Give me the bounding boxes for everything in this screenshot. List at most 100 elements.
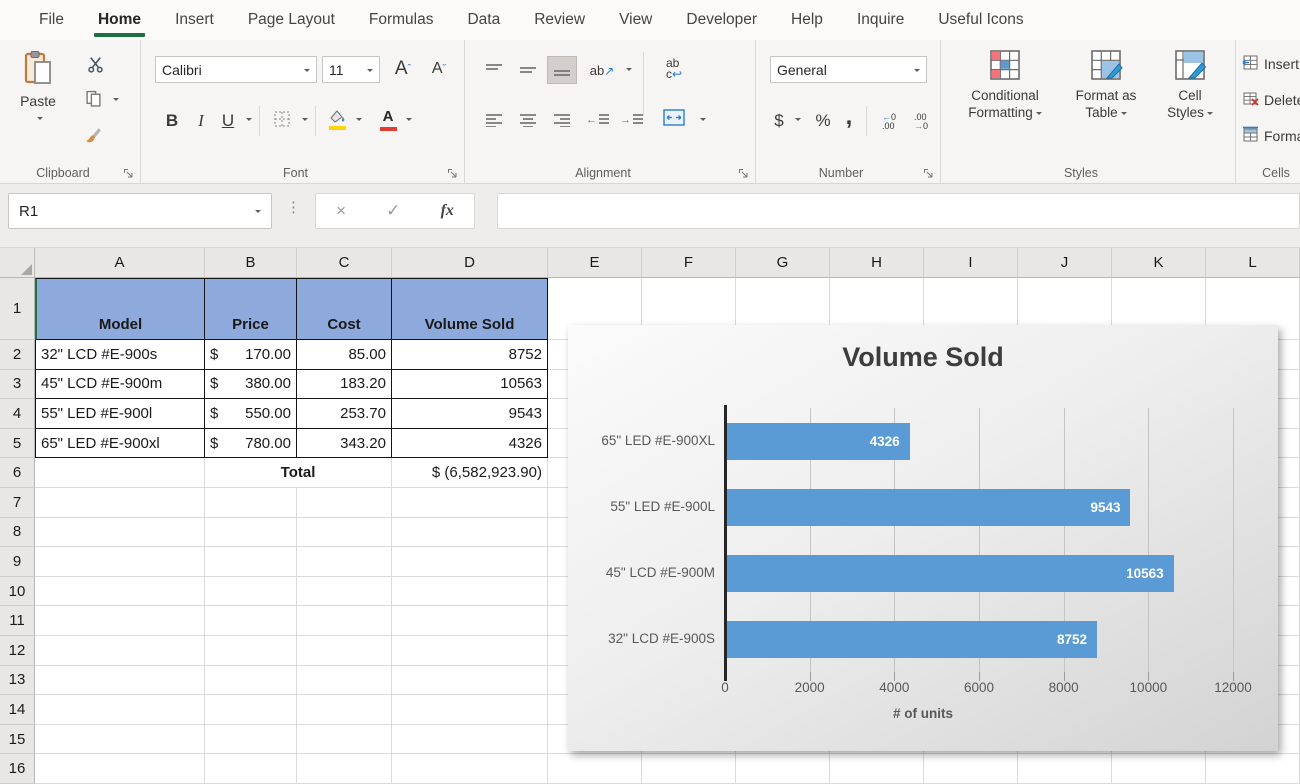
tab-insert[interactable]: Insert bbox=[158, 0, 231, 40]
embedded-chart[interactable]: Volume Sold 0200040006000800010000120004… bbox=[568, 325, 1278, 751]
cell[interactable] bbox=[392, 754, 548, 784]
font-size-select[interactable]: 11 bbox=[322, 56, 380, 83]
tab-page-layout[interactable]: Page Layout bbox=[231, 0, 352, 40]
column-header[interactable]: G bbox=[736, 248, 830, 278]
cell-c2[interactable]: 85.00 bbox=[297, 340, 392, 370]
row-header[interactable]: 12 bbox=[0, 636, 35, 666]
cell-styles-button[interactable]: Cell Styles bbox=[1153, 48, 1227, 121]
copy-button[interactable] bbox=[80, 88, 106, 114]
format-painter-button[interactable] bbox=[80, 124, 106, 150]
cell[interactable] bbox=[205, 754, 297, 784]
cell[interactable] bbox=[205, 518, 297, 548]
cell[interactable] bbox=[205, 695, 297, 725]
cell-d2[interactable]: 8752 bbox=[392, 340, 548, 370]
cell[interactable] bbox=[297, 547, 392, 577]
tab-help[interactable]: Help bbox=[774, 0, 840, 40]
align-right-button[interactable] bbox=[547, 106, 577, 134]
insert-cells-button[interactable]: Insert bbox=[1242, 54, 1299, 74]
cell-d1[interactable]: Volume Sold bbox=[392, 278, 548, 340]
cell[interactable] bbox=[297, 488, 392, 518]
delete-cells-button[interactable]: Delete bbox=[1242, 90, 1300, 110]
tab-file[interactable]: File bbox=[22, 0, 81, 40]
column-header[interactable]: C bbox=[297, 248, 392, 278]
align-bottom-button[interactable] bbox=[547, 56, 577, 84]
row-header[interactable]: 13 bbox=[0, 666, 35, 696]
comma-style-button[interactable]: , bbox=[840, 102, 858, 132]
cell[interactable] bbox=[205, 606, 297, 636]
alignment-dialog-launcher-icon[interactable] bbox=[738, 166, 750, 178]
align-center-button[interactable] bbox=[513, 106, 543, 134]
column-header[interactable]: L bbox=[1206, 248, 1300, 278]
cell[interactable] bbox=[297, 666, 392, 696]
cell-d5[interactable]: 4326 bbox=[392, 429, 548, 459]
cell-c3[interactable]: 183.20 bbox=[297, 370, 392, 400]
borders-button[interactable] bbox=[269, 108, 295, 134]
cell[interactable] bbox=[35, 695, 205, 725]
cell[interactable] bbox=[392, 606, 548, 636]
row-header[interactable]: 7 bbox=[0, 488, 35, 518]
percent-style-button[interactable]: % bbox=[810, 106, 836, 136]
column-header[interactable]: F bbox=[642, 248, 736, 278]
cell[interactable] bbox=[35, 518, 205, 548]
cell[interactable] bbox=[35, 577, 205, 607]
merge-dropdown-icon[interactable] bbox=[700, 118, 706, 124]
cell[interactable] bbox=[392, 488, 548, 518]
tab-formulas[interactable]: Formulas bbox=[352, 0, 451, 40]
cell[interactable] bbox=[392, 725, 548, 755]
cell[interactable] bbox=[548, 754, 1300, 784]
increase-decimal-button[interactable]: ←0.00 bbox=[874, 108, 904, 136]
cell[interactable] bbox=[297, 695, 392, 725]
cell-b5[interactable]: $780.00 bbox=[205, 429, 297, 459]
select-all-corner[interactable] bbox=[0, 248, 35, 278]
cell-d3[interactable]: 10563 bbox=[392, 370, 548, 400]
fill-color-button[interactable] bbox=[325, 106, 351, 136]
cell[interactable] bbox=[205, 636, 297, 666]
cancel-icon[interactable]: × bbox=[336, 201, 346, 221]
tab-home[interactable]: Home bbox=[81, 0, 158, 40]
column-header[interactable]: B bbox=[205, 248, 297, 278]
decrease-decimal-button[interactable]: .00→0 bbox=[906, 108, 936, 136]
italic-button[interactable]: I bbox=[189, 106, 213, 136]
paste-button[interactable]: Paste bbox=[10, 50, 66, 127]
cell[interactable] bbox=[35, 636, 205, 666]
number-format-select[interactable]: General bbox=[770, 56, 927, 83]
cell-b1[interactable]: Price bbox=[205, 278, 297, 340]
tab-review[interactable]: Review bbox=[517, 0, 602, 40]
cell[interactable] bbox=[392, 695, 548, 725]
cell[interactable] bbox=[35, 547, 205, 577]
cell[interactable] bbox=[392, 636, 548, 666]
increase-font-size-button[interactable]: Aˆ bbox=[387, 54, 419, 84]
underline-button[interactable]: U bbox=[215, 106, 241, 136]
cell[interactable] bbox=[297, 518, 392, 548]
cell[interactable] bbox=[297, 577, 392, 607]
cell[interactable] bbox=[297, 754, 392, 784]
cell[interactable] bbox=[205, 488, 297, 518]
cell[interactable] bbox=[205, 577, 297, 607]
column-header[interactable]: K bbox=[1112, 248, 1206, 278]
cut-button[interactable] bbox=[82, 54, 108, 80]
row-header[interactable]: 8 bbox=[0, 518, 35, 548]
column-header[interactable]: A bbox=[35, 248, 205, 278]
cell[interactable] bbox=[35, 754, 205, 784]
decrease-font-size-button[interactable]: Aˇ bbox=[423, 54, 455, 84]
cell-a3[interactable]: 45" LCD #E-900m bbox=[35, 370, 205, 400]
increase-indent-button[interactable]: → bbox=[617, 106, 647, 134]
cell[interactable] bbox=[35, 666, 205, 696]
align-top-button[interactable] bbox=[479, 56, 509, 84]
cell[interactable] bbox=[35, 725, 205, 755]
align-left-button[interactable] bbox=[479, 106, 509, 134]
currency-dropdown-icon[interactable] bbox=[795, 118, 801, 124]
column-header[interactable]: E bbox=[548, 248, 642, 278]
cell-c5[interactable]: 343.20 bbox=[297, 429, 392, 459]
formula-bar-resize-handle[interactable]: ⋮ bbox=[286, 198, 301, 216]
column-header[interactable]: D bbox=[392, 248, 548, 278]
cell-a1[interactable]: Model bbox=[35, 278, 205, 340]
cell[interactable] bbox=[392, 518, 548, 548]
row-header[interactable]: 3 bbox=[0, 370, 35, 400]
row-header[interactable]: 11 bbox=[0, 606, 35, 636]
cell-d6-total-value[interactable]: $ (6,582,923.90) bbox=[392, 458, 548, 488]
cell[interactable] bbox=[35, 606, 205, 636]
column-header[interactable]: H bbox=[830, 248, 924, 278]
cell-a5[interactable]: 65" LED #E-900xl bbox=[35, 429, 205, 459]
row-header[interactable]: 6 bbox=[0, 458, 35, 488]
